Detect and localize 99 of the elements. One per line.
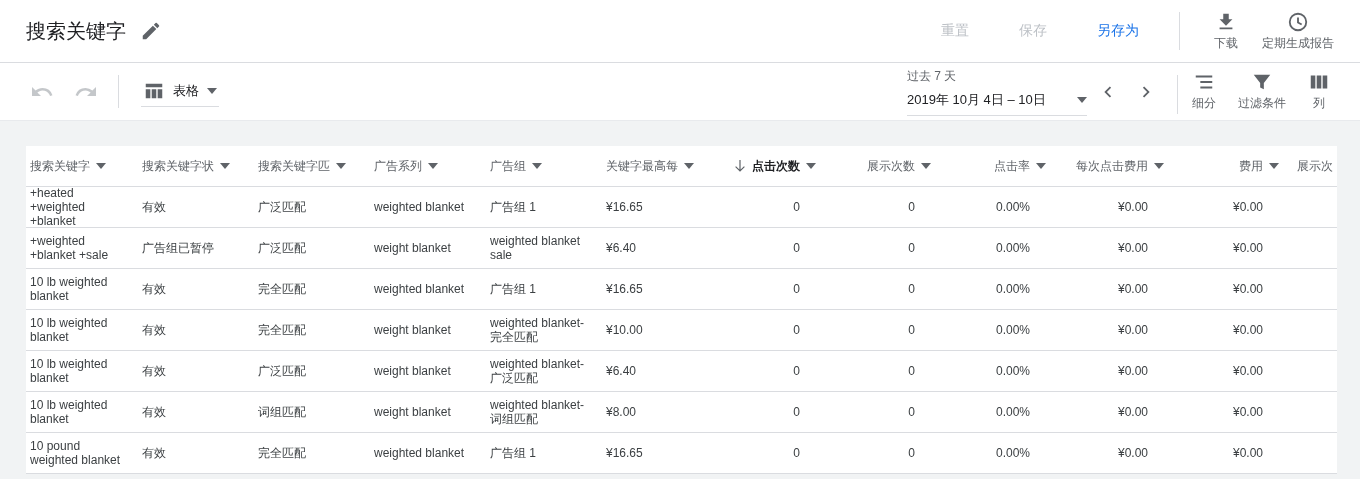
table-cell: 有效 bbox=[142, 364, 166, 378]
table-cell: 0 bbox=[908, 323, 915, 337]
table-cell: 0 bbox=[793, 282, 800, 296]
column-header[interactable]: 搜索关键字 bbox=[30, 157, 106, 175]
table-cell: ¥0.00 bbox=[1117, 446, 1148, 460]
table-cell: weighted blanket bbox=[374, 446, 465, 460]
table-cell: ¥0.00 bbox=[1232, 200, 1263, 214]
table-cell: 词组匹配 bbox=[258, 405, 306, 419]
table-cell: 0 bbox=[908, 200, 915, 214]
table-cell: 完全匹配 bbox=[258, 446, 306, 460]
table-cell: 完全匹配 bbox=[258, 282, 306, 296]
column-header[interactable]: 点击率 bbox=[994, 157, 1046, 175]
download-button[interactable]: 下载 bbox=[1206, 10, 1246, 52]
table-cell: ¥0.00 bbox=[1232, 282, 1263, 296]
date-range-dropdown[interactable]: 2019年 10月 4日 – 10日 bbox=[907, 88, 1087, 116]
table-cell: 有效 bbox=[142, 405, 166, 419]
table-cell: 有效 bbox=[142, 323, 166, 337]
columns-button[interactable]: 列 bbox=[1300, 71, 1338, 112]
table-cell: 广告组 1 bbox=[490, 446, 536, 460]
segment-button[interactable]: 细分 bbox=[1184, 71, 1224, 112]
table-cell: 0 bbox=[793, 200, 800, 214]
table-cell-text: 10 lb weighted blanket bbox=[30, 357, 109, 385]
table-cell: 0 bbox=[908, 405, 915, 419]
table-cell: 0.00% bbox=[995, 364, 1030, 378]
table-cell-text: weighted blanket-词组匹配 bbox=[490, 398, 586, 426]
column-header[interactable]: 点击次数 bbox=[734, 157, 816, 175]
schedule-button[interactable]: 定期生成报告 bbox=[1254, 10, 1342, 52]
table-cell-text: +heated +weighted +blanket bbox=[30, 186, 87, 228]
table-cell: 0.00% bbox=[995, 200, 1030, 214]
column-header[interactable]: 广告系列 bbox=[374, 157, 438, 175]
table-cell: ¥0.00 bbox=[1117, 241, 1148, 255]
table-cell: 0 bbox=[793, 446, 800, 460]
table-cell: 有效 bbox=[142, 282, 166, 296]
table-cell-text: 10 lb weighted blanket bbox=[30, 316, 109, 344]
table-cell: 有效 bbox=[142, 200, 166, 214]
table-cell: ¥0.00 bbox=[1117, 200, 1148, 214]
column-header[interactable]: 搜索关键字状 bbox=[142, 157, 230, 175]
column-header[interactable]: 搜索关键字匹 bbox=[258, 157, 346, 175]
filter-button[interactable]: 过滤条件 bbox=[1230, 71, 1294, 112]
table-cell: 0 bbox=[908, 446, 915, 460]
column-header[interactable]: 展示次数 bbox=[867, 157, 931, 175]
table-cell: ¥0.00 bbox=[1232, 364, 1263, 378]
table-cell-text: 10 lb weighted blanket bbox=[30, 275, 109, 303]
view-dropdown[interactable]: 表格 bbox=[141, 76, 219, 107]
table-cell: ¥0.00 bbox=[1232, 323, 1263, 337]
table-cell: 完全匹配 bbox=[258, 323, 306, 337]
table-cell-text: 10 pound weighted blanket bbox=[30, 439, 122, 467]
table-cell: 广告组 1 bbox=[490, 200, 536, 214]
table-cell: 0.00% bbox=[995, 241, 1030, 255]
table-cell-text: weighted blanket-完全匹配 bbox=[490, 316, 586, 344]
table-cell: 0.00% bbox=[995, 323, 1030, 337]
table-cell: weight blanket bbox=[374, 323, 451, 337]
table-cell: ¥16.65 bbox=[606, 200, 643, 214]
table-cell: 0 bbox=[908, 241, 915, 255]
table-cell: ¥0.00 bbox=[1117, 405, 1148, 419]
table-cell: 0 bbox=[793, 241, 800, 255]
table-cell: ¥16.65 bbox=[606, 446, 643, 460]
table-cell: ¥10.00 bbox=[606, 323, 643, 337]
table-cell: 广告组已暂停 bbox=[142, 241, 214, 255]
table-cell: 广泛匹配 bbox=[258, 241, 306, 255]
table-cell: ¥0.00 bbox=[1117, 364, 1148, 378]
table-cell: 广泛匹配 bbox=[258, 200, 306, 214]
table-cell: 0 bbox=[793, 323, 800, 337]
table-cell: ¥6.40 bbox=[606, 364, 637, 378]
table-cell: weight blanket bbox=[374, 241, 451, 255]
table-cell: ¥16.65 bbox=[606, 282, 643, 296]
table-cell: ¥0.00 bbox=[1117, 282, 1148, 296]
table-cell: ¥6.40 bbox=[606, 241, 637, 255]
table-cell: ¥0.00 bbox=[1232, 405, 1263, 419]
column-header[interactable]: 关键字最高每 bbox=[606, 157, 694, 175]
table-cell: weight blanket bbox=[374, 405, 451, 419]
column-header[interactable]: 每次点击费用 bbox=[1076, 157, 1164, 175]
save-as-button[interactable]: 另存为 bbox=[1087, 16, 1149, 46]
table-cell: 0 bbox=[908, 364, 915, 378]
page-title: 搜索关键字 bbox=[26, 18, 126, 44]
table-cell: 0.00% bbox=[995, 405, 1030, 419]
table-cell: ¥0.00 bbox=[1117, 323, 1148, 337]
table-cell: 0.00% bbox=[995, 446, 1030, 460]
table-cell-text: weighted blanket-广泛匹配 bbox=[490, 357, 586, 385]
table-cell: 0 bbox=[908, 282, 915, 296]
column-header[interactable]: 费用 bbox=[1239, 157, 1279, 175]
table-cell: 0 bbox=[793, 364, 800, 378]
table-cell: weight blanket bbox=[374, 364, 451, 378]
table-cell-text: weighted blanket sale bbox=[490, 234, 582, 262]
table-cell: 有效 bbox=[142, 446, 166, 460]
table-cell: 0.00% bbox=[995, 282, 1030, 296]
table-cell: ¥0.00 bbox=[1232, 241, 1263, 255]
table-cell-text: 10 lb weighted blanket bbox=[30, 398, 109, 426]
column-header[interactable]: 广告组 bbox=[490, 157, 542, 175]
table-cell: ¥8.00 bbox=[606, 405, 637, 419]
table-cell: 0 bbox=[793, 405, 800, 419]
table-cell: 广告组 1 bbox=[490, 282, 536, 296]
date-range-label: 过去 7 天 bbox=[907, 67, 958, 85]
table-cell: weighted blanket bbox=[374, 200, 465, 214]
column-header[interactable]: 展示次 bbox=[1297, 157, 1333, 175]
table-cell-text: +weighted +blanket +sale bbox=[30, 234, 110, 262]
table-cell: ¥0.00 bbox=[1232, 446, 1263, 460]
table-cell: 广泛匹配 bbox=[258, 364, 306, 378]
table-cell: weighted blanket bbox=[374, 282, 465, 296]
